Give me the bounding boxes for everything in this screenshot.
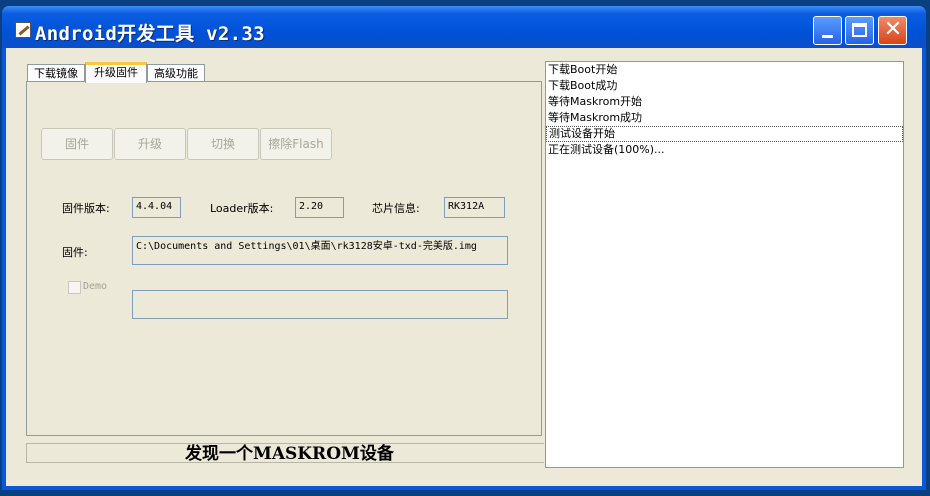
tab-advanced[interactable]: 高级功能 [147,64,205,82]
log-item[interactable]: 等待Maskrom开始 [546,94,903,110]
log-item-selected[interactable]: 测试设备开始 [546,126,903,142]
log-item[interactable]: 等待Maskrom成功 [546,110,903,126]
status-bar: 发现一个MASKROM设备 [26,443,544,464]
upgrade-firmware-panel: 固件 升级 切换 擦除Flash 固件版本: 4.4.04 Loader版本: … [26,81,542,436]
firmware-label: 固件: [62,246,88,259]
tab-upgrade-firmware[interactable]: 升级固件 [85,62,147,83]
window-title: Android开发工具 v2.33 [35,23,265,45]
log-item[interactable]: 下载Boot成功 [546,78,903,94]
firmware-path-field: C:\Documents and Settings\01\桌面\rk3128安卓… [132,236,508,265]
chip-info-label: 芯片信息: [372,202,420,215]
minimize-button[interactable] [813,16,842,45]
app-icon[interactable] [15,22,31,38]
log-item[interactable]: 正在测试设备(100%)... [546,142,903,158]
firmware-version-label: 固件版本: [62,202,110,215]
close-icon: ✕ [883,17,903,42]
loader-version-label: Loader版本: [210,202,274,215]
title-bar[interactable]: Android开发工具 v2.33 ✕ [2,6,926,48]
chip-info-field: RK312A [444,197,505,218]
minimize-icon [822,35,833,38]
close-button[interactable]: ✕ [878,16,907,45]
maximize-button[interactable] [845,16,874,45]
log-list[interactable]: 下载Boot开始 下载Boot成功 等待Maskrom开始 等待Maskrom成… [545,61,904,468]
demo-checkbox[interactable] [68,281,81,294]
loader-version-field: 2.20 [295,197,344,218]
log-item[interactable]: 下载Boot开始 [546,62,903,78]
switch-button[interactable]: 切换 [187,128,259,160]
demo-path-field [132,290,508,319]
firmware-version-field: 4.4.04 [132,197,181,218]
maximize-icon [852,23,867,37]
tab-download-image[interactable]: 下载镜像 [27,64,85,82]
erase-flash-button[interactable]: 擦除Flash [260,128,332,160]
client-area: 下载镜像 升级固件 高级功能 固件 升级 切换 擦除Flash 固件版本: 4.… [6,48,922,486]
demo-label: Demo [83,281,108,292]
upgrade-button[interactable]: 升级 [114,128,186,160]
app-window: Android开发工具 v2.33 ✕ 下载镜像 升级固件 高级功能 固件 升级… [2,6,926,490]
firmware-button[interactable]: 固件 [41,128,113,160]
